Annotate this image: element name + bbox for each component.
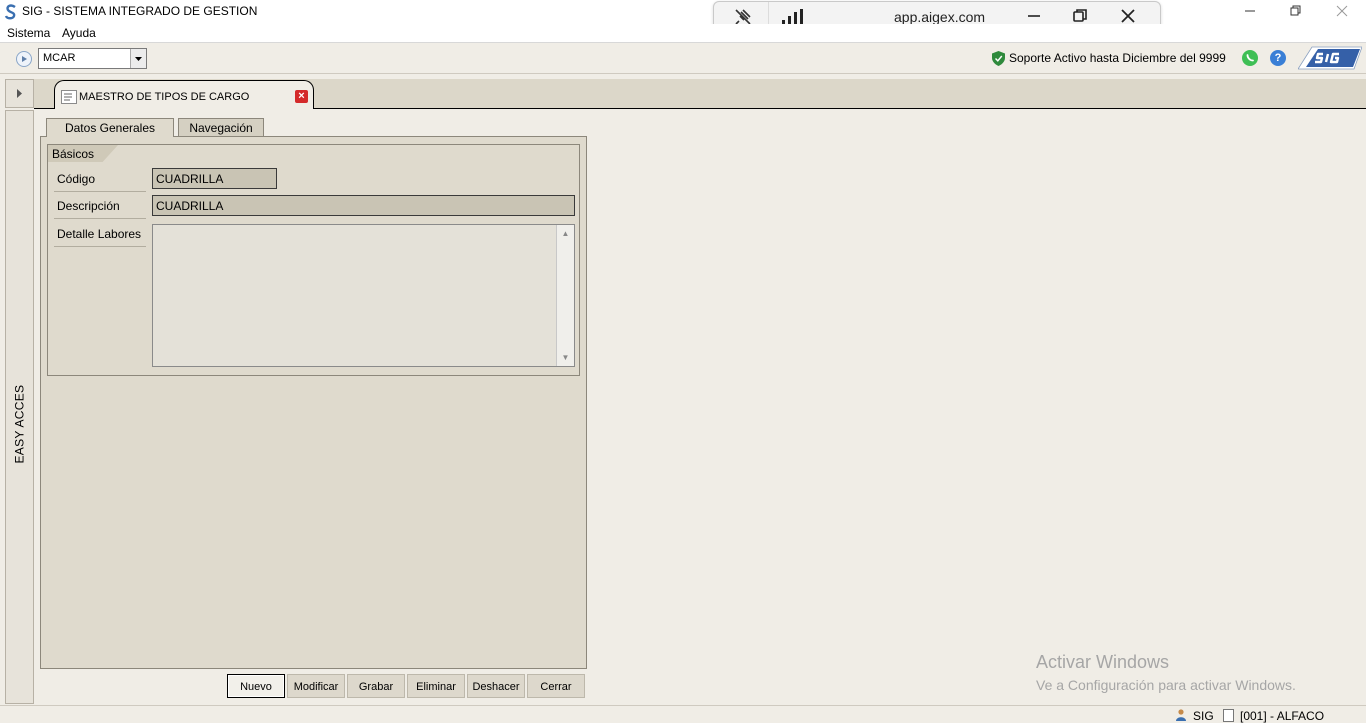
remote-close-icon[interactable]	[1120, 8, 1136, 24]
divider	[54, 218, 146, 219]
grabar-button[interactable]: Grabar	[347, 674, 405, 698]
window-close-button[interactable]	[1319, 0, 1365, 24]
deshacer-button[interactable]: Deshacer	[467, 674, 525, 698]
easy-access-sidebar[interactable]: EASY ACCES	[5, 110, 34, 704]
close-icon	[1336, 5, 1348, 17]
modificar-button[interactable]: Modificar	[287, 674, 345, 698]
help-icon[interactable]: ?	[1270, 50, 1286, 66]
module-select-value: MCAR	[43, 52, 76, 64]
document-tab[interactable]: MAESTRO DE TIPOS DE CARGO ×	[54, 80, 314, 109]
group-title: Básicos	[52, 147, 95, 161]
activation-watermark-subtitle: Ve a Configuración para activar Windows.	[1036, 677, 1296, 693]
detalle-labores-textarea[interactable]: ▲ ▼	[152, 224, 575, 367]
window-title: SIG - SISTEMA INTEGRADO DE GESTION	[22, 4, 258, 18]
document-tab-title: MAESTRO DE TIPOS DE CARGO	[79, 91, 250, 103]
cerrar-button[interactable]: Cerrar	[527, 674, 585, 698]
status-bar: SIG [001] - ALFACO	[0, 705, 1366, 723]
go-button[interactable]	[16, 51, 32, 67]
user-icon	[1176, 709, 1186, 721]
tab-datos-generales[interactable]: Datos Generales	[46, 118, 174, 137]
sig-logo	[1298, 46, 1362, 70]
remote-url: app.aigex.com	[894, 9, 986, 25]
descripcion-label: Descripción	[57, 199, 120, 213]
window-restore-button[interactable]	[1273, 0, 1319, 24]
codigo-label: Código	[57, 172, 96, 186]
nuevo-button[interactable]: Nuevo	[227, 674, 285, 698]
easy-access-label: EASY ACCES	[12, 384, 27, 464]
easy-access-toggle-button[interactable]	[5, 79, 34, 108]
divider	[54, 246, 146, 247]
status-app-name: SIG	[1193, 709, 1214, 723]
document-icon	[1223, 709, 1234, 722]
remote-minimize-icon[interactable]	[1026, 8, 1042, 24]
title-bar: SIG - SISTEMA INTEGRADO DE GESTION	[0, 0, 1366, 24]
scroll-down-icon[interactable]: ▼	[558, 350, 573, 365]
menu-bar: Sistema Ayuda	[0, 24, 1366, 43]
chevron-right-icon	[17, 89, 22, 98]
whatsapp-icon[interactable]	[1242, 50, 1258, 66]
restore-icon	[1290, 5, 1301, 16]
module-select[interactable]: MCAR	[38, 48, 147, 69]
shield-check-icon	[992, 51, 1005, 66]
status-company: [001] - ALFACO	[1240, 709, 1325, 723]
activation-watermark-title: Activar Windows	[1036, 652, 1170, 672]
sig-app-icon	[4, 4, 16, 20]
minimize-icon	[1245, 10, 1255, 12]
divider	[54, 191, 146, 192]
menu-ayuda[interactable]: Ayuda	[62, 26, 96, 40]
support-status-text: Soporte Activo hasta Diciembre del 9999	[1009, 51, 1226, 65]
window-minimize-button[interactable]	[1227, 0, 1273, 24]
vertical-scrollbar[interactable]: ▲ ▼	[556, 225, 574, 366]
detalle-labores-label: Detalle Labores	[57, 227, 142, 241]
scroll-up-icon[interactable]: ▲	[558, 226, 573, 241]
remote-restore-icon[interactable]	[1072, 8, 1088, 24]
form-icon	[61, 90, 77, 104]
play-icon	[22, 56, 27, 62]
menu-sistema[interactable]: Sistema	[7, 26, 50, 40]
close-tab-icon[interactable]: ×	[295, 90, 308, 103]
dropdown-arrow-icon[interactable]	[130, 49, 146, 68]
eliminar-button[interactable]: Eliminar	[407, 674, 465, 698]
descripcion-field[interactable]: CUADRILLA	[152, 195, 575, 216]
toolbar: MCAR Soporte Activo hasta Diciembre del …	[0, 43, 1366, 74]
codigo-field[interactable]: CUADRILLA	[152, 168, 277, 189]
tab-navegacion[interactable]: Navegación	[178, 118, 264, 137]
